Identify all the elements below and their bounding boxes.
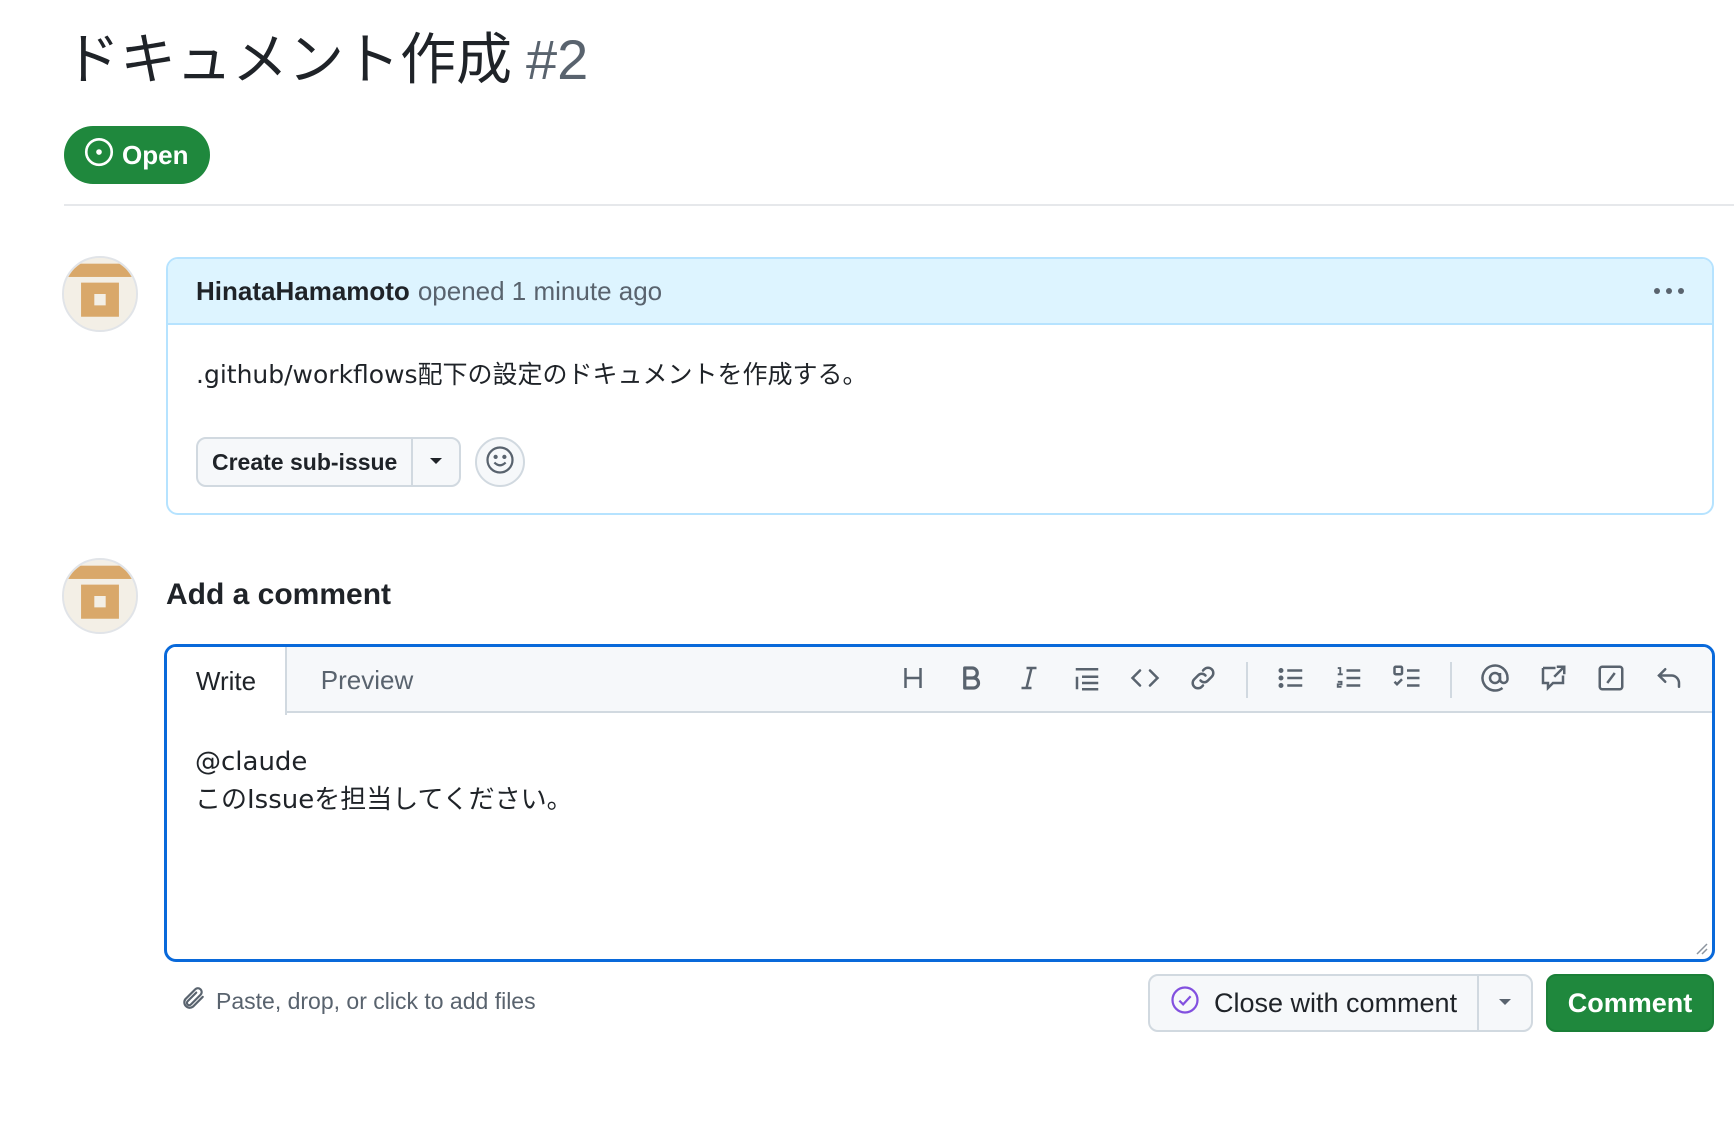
tab-write[interactable]: Write bbox=[167, 647, 287, 715]
comment-meta[interactable]: opened 1 minute ago bbox=[418, 276, 662, 307]
quote-icon bbox=[1072, 663, 1102, 698]
slash-command-icon bbox=[1596, 663, 1626, 698]
caret-down-icon bbox=[429, 453, 443, 471]
current-user-avatar[interactable] bbox=[62, 558, 138, 634]
code-icon bbox=[1130, 663, 1160, 698]
task-list-button[interactable] bbox=[1378, 655, 1436, 705]
task-list-icon bbox=[1392, 663, 1422, 698]
header-divider bbox=[64, 204, 1734, 206]
issue-title-text: ドキュメント作成 bbox=[64, 28, 512, 93]
bullet-list-button[interactable] bbox=[1262, 655, 1320, 705]
issue-title: ドキュメント作成 #2 bbox=[64, 24, 588, 97]
smiley-icon bbox=[485, 445, 515, 480]
comment-author[interactable]: HinataHamamoto bbox=[196, 276, 410, 307]
bullet-list-icon bbox=[1276, 663, 1306, 698]
tab-preview[interactable]: Preview bbox=[287, 647, 447, 713]
add-comment-heading: Add a comment bbox=[166, 578, 392, 611]
link-icon bbox=[1188, 663, 1218, 698]
formatting-tools bbox=[884, 647, 1698, 713]
issue-body-card: HinataHamamoto opened 1 minute ago .gith… bbox=[166, 257, 1714, 515]
add-reaction-button[interactable] bbox=[475, 437, 526, 487]
close-with-comment-split-button: Close with comment bbox=[1148, 974, 1534, 1032]
heading-icon bbox=[898, 663, 928, 698]
state-label: Open bbox=[122, 139, 189, 170]
reference-icon bbox=[1538, 663, 1568, 698]
heading-button[interactable] bbox=[884, 655, 942, 705]
toolbar-divider bbox=[1450, 662, 1452, 698]
bold-icon bbox=[956, 663, 986, 698]
numbered-list-icon bbox=[1334, 663, 1364, 698]
comment-editor: Write Preview @claude このIssueを担当してください。 bbox=[164, 644, 1715, 962]
italic-button[interactable] bbox=[1000, 655, 1058, 705]
toolbar-divider bbox=[1246, 662, 1248, 698]
comment-submit-button[interactable]: Comment bbox=[1546, 974, 1714, 1032]
editor-toolbar: Write Preview bbox=[167, 647, 1712, 715]
attach-files-link[interactable]: Paste, drop, or click to add files bbox=[180, 985, 536, 1017]
close-with-comment-button[interactable]: Close with comment bbox=[1150, 976, 1477, 1030]
bold-button[interactable] bbox=[942, 655, 1000, 705]
check-circle-icon bbox=[1170, 985, 1200, 1022]
create-sub-issue-split-button: Create sub-issue bbox=[196, 437, 462, 487]
resize-grip-icon[interactable] bbox=[1694, 941, 1708, 955]
comment-textarea[interactable]: @claude このIssueを担当してください。 bbox=[167, 713, 1712, 849]
mention-button[interactable] bbox=[1466, 655, 1524, 705]
author-avatar[interactable] bbox=[62, 256, 138, 332]
paperclip-icon bbox=[180, 985, 206, 1017]
mention-icon bbox=[1480, 663, 1510, 698]
undo-icon bbox=[1654, 663, 1684, 698]
close-options-dropdown[interactable] bbox=[1477, 976, 1531, 1030]
undo-button[interactable] bbox=[1640, 655, 1698, 705]
caret-down-icon bbox=[1498, 994, 1512, 1012]
comment-header: HinataHamamoto opened 1 minute ago bbox=[168, 259, 1712, 325]
slash-command-button[interactable] bbox=[1582, 655, 1640, 705]
numbered-list-button[interactable] bbox=[1320, 655, 1378, 705]
state-badge: Open bbox=[64, 126, 211, 184]
quote-button[interactable] bbox=[1058, 655, 1116, 705]
issue-number: #2 bbox=[526, 28, 589, 91]
link-button[interactable] bbox=[1174, 655, 1232, 705]
attach-files-label: Paste, drop, or click to add files bbox=[216, 987, 536, 1014]
create-sub-issue-dropdown[interactable] bbox=[411, 439, 459, 485]
close-with-comment-label: Close with comment bbox=[1214, 987, 1458, 1018]
comment-body: .github/workflows配下の設定のドキュメントを作成する。 bbox=[196, 360, 868, 389]
reference-button[interactable] bbox=[1524, 655, 1582, 705]
italic-icon bbox=[1014, 663, 1044, 698]
create-sub-issue-button[interactable]: Create sub-issue bbox=[198, 439, 411, 485]
comment-actions: Create sub-issue bbox=[196, 437, 526, 487]
issue-open-icon bbox=[84, 137, 114, 174]
code-button[interactable] bbox=[1116, 655, 1174, 705]
more-options-icon[interactable] bbox=[1654, 276, 1684, 306]
issue-page: ドキュメント作成 #2 Open HinataHamamoto opened 1 … bbox=[0, 0, 1734, 1130]
